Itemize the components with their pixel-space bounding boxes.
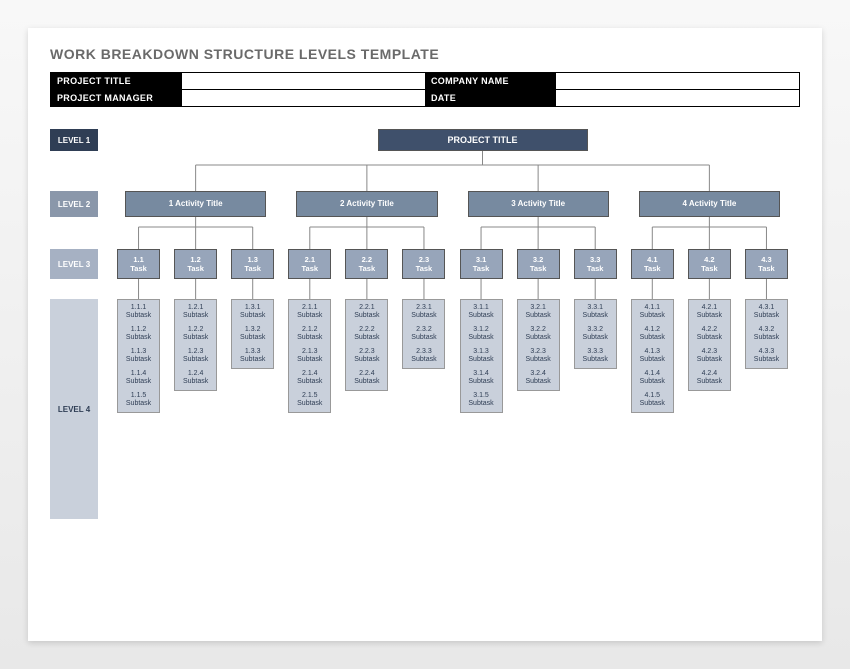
subtask-column: 1.1.1Subtask 1.1.2Subtask 1.1.3Subtask 1.1.… [117,299,160,413]
subtask: 2.2.1Subtask [348,304,385,320]
info-table: PROJECT TITLE COMPANY NAME PROJECT MANAG… [50,72,800,107]
activity-node: 1 Activity Title [125,191,266,217]
subtask: 4.3.3Subtask [748,348,785,364]
subtask: 3.1.1Subtask [463,304,500,320]
task-node: 4.3Task [745,249,788,279]
subtask: 2.2.2Subtask [348,326,385,342]
task-node: 2.1Task [288,249,331,279]
subtask: 3.1.3Subtask [463,348,500,364]
level4-label: LEVEL 4 [50,299,98,519]
info-row: PROJECT MANAGER DATE [51,89,799,106]
subtask: 3.2.2Subtask [520,326,557,342]
level2-label: LEVEL 2 [50,191,98,217]
subtask: 1.2.3Subtask [177,348,214,364]
subtask: 1.1.1Subtask [120,304,157,320]
subtask-column: 3.2.1Subtask 3.2.2Subtask 3.2.3Subtask 3.2.… [517,299,560,391]
task-node: 2.3Task [402,249,445,279]
project-node: PROJECT TITLE [378,129,588,151]
task-node: 1.1Task [117,249,160,279]
subtask: 4.3.1Subtask [748,304,785,320]
subtask-column: 3.1.1Subtask 3.1.2Subtask 3.1.3Subtask 3.1.… [460,299,503,413]
label-project-title: PROJECT TITLE [51,73,181,89]
subtask: 1.1.2Subtask [120,326,157,342]
task-node: 4.1Task [631,249,674,279]
activity-node: 4 Activity Title [639,191,780,217]
subtask: 3.1.2Subtask [463,326,500,342]
subtask: 4.2.1Subtask [691,304,728,320]
task-node: 2.2Task [345,249,388,279]
subtask: 3.2.4Subtask [520,370,557,386]
label-company-name: COMPANY NAME [425,73,555,89]
task-node: 4.2Task [688,249,731,279]
value-company-name[interactable] [555,73,799,89]
subtask: 1.3.3Subtask [234,348,271,364]
subtask: 4.3.2Subtask [748,326,785,342]
subtask: 2.1.5Subtask [291,392,328,408]
subtask-column: 2.2.1Subtask 2.2.2Subtask 2.2.3Subtask 2.2.… [345,299,388,391]
subtask: 1.1.3Subtask [120,348,157,364]
subtask: 3.3.3Subtask [577,348,614,364]
page-title: WORK BREAKDOWN STRUCTURE LEVELS TEMPLATE [50,46,800,62]
subtask: 2.3.2Subtask [405,326,442,342]
wbs-chart: LEVEL 1 LEVEL 2 LEVEL 3 LEVEL 4 PROJECT … [50,129,800,559]
label-date: DATE [425,90,555,106]
subtask-column: 4.2.1Subtask 4.2.2Subtask 4.2.3Subtask 4.2.… [688,299,731,391]
subtask: 2.1.3Subtask [291,348,328,364]
subtask-column: 3.3.1Subtask 3.3.2Subtask 3.3.3Subtask [574,299,617,369]
value-project-manager[interactable] [181,90,425,106]
subtask: 1.1.5Subtask [120,392,157,408]
subtask-column: 1.3.1Subtask 1.3.2Subtask 1.3.3Subtask [231,299,274,369]
subtask: 3.1.5Subtask [463,392,500,408]
subtask: 3.2.1Subtask [520,304,557,320]
level1-label: LEVEL 1 [50,129,98,151]
info-row: PROJECT TITLE COMPANY NAME [51,73,799,89]
subtask: 4.1.2Subtask [634,326,671,342]
task-node: 3.2Task [517,249,560,279]
task-node: 3.1Task [460,249,503,279]
subtask-column: 4.3.1Subtask 4.3.2Subtask 4.3.3Subtask [745,299,788,369]
subtask-column: 4.1.1Subtask 4.1.2Subtask 4.1.3Subtask 4.1.… [631,299,674,413]
subtask: 2.2.4Subtask [348,370,385,386]
subtask: 1.2.4Subtask [177,370,214,386]
subtask: 1.2.2Subtask [177,326,214,342]
subtask: 4.1.4Subtask [634,370,671,386]
subtask: 4.1.1Subtask [634,304,671,320]
document-page: WORK BREAKDOWN STRUCTURE LEVELS TEMPLATE… [28,28,822,641]
subtask: 3.3.1Subtask [577,304,614,320]
subtask: 2.1.4Subtask [291,370,328,386]
subtask: 2.3.1Subtask [405,304,442,320]
level3-label: LEVEL 3 [50,249,98,279]
subtask-column: 1.2.1Subtask 1.2.2Subtask 1.2.3Subtask 1.2.… [174,299,217,391]
subtask: 1.1.4Subtask [120,370,157,386]
value-project-title[interactable] [181,73,425,89]
subtask: 1.3.2Subtask [234,326,271,342]
subtask: 3.3.2Subtask [577,326,614,342]
subtask: 4.2.2Subtask [691,326,728,342]
subtask-column: 2.1.1Subtask 2.1.2Subtask 2.1.3Subtask 2.1.… [288,299,331,413]
subtask: 3.2.3Subtask [520,348,557,364]
subtask: 1.3.1Subtask [234,304,271,320]
subtask: 1.2.1Subtask [177,304,214,320]
subtask: 2.3.3Subtask [405,348,442,364]
subtask: 4.2.3Subtask [691,348,728,364]
activity-node: 2 Activity Title [296,191,437,217]
subtask: 2.1.2Subtask [291,326,328,342]
task-node: 1.3Task [231,249,274,279]
subtask: 4.1.3Subtask [634,348,671,364]
activity-node: 3 Activity Title [468,191,609,217]
subtask: 3.1.4Subtask [463,370,500,386]
value-date[interactable] [555,90,799,106]
task-node: 1.2Task [174,249,217,279]
subtask: 4.2.4Subtask [691,370,728,386]
subtask-column: 2.3.1Subtask 2.3.2Subtask 2.3.3Subtask [402,299,445,369]
label-project-manager: PROJECT MANAGER [51,90,181,106]
subtask: 4.1.5Subtask [634,392,671,408]
subtask: 2.1.1Subtask [291,304,328,320]
task-node: 3.3Task [574,249,617,279]
subtask: 2.2.3Subtask [348,348,385,364]
